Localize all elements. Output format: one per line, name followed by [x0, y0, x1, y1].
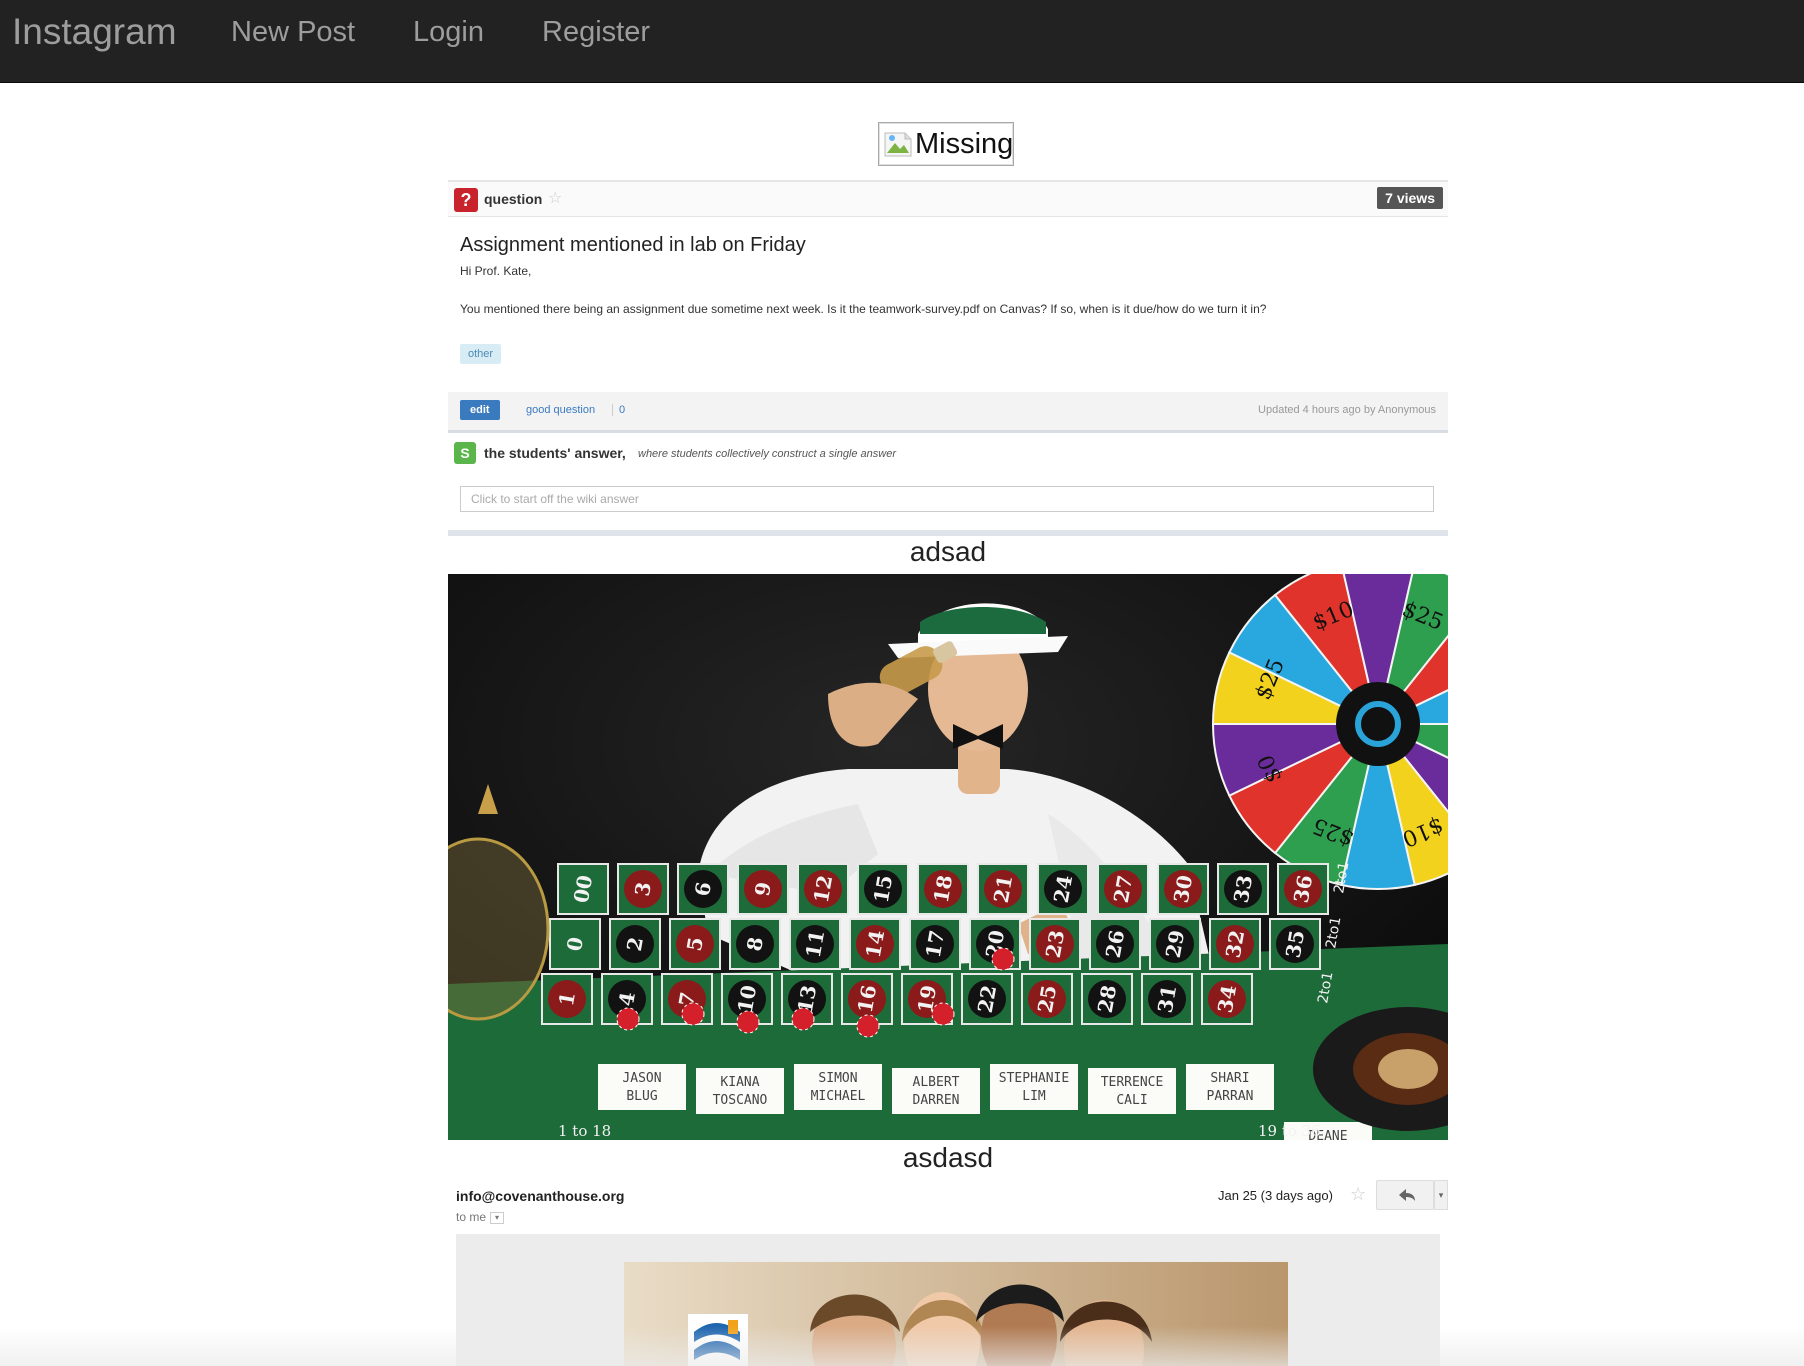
good-question-count: 0 — [612, 404, 625, 416]
chip — [991, 947, 1015, 971]
good-question-link: good question — [526, 404, 596, 416]
question-title: Assignment mentioned in lab on Friday — [460, 234, 806, 256]
nav-new-post[interactable]: New Post — [231, 16, 355, 48]
number-label: 25 — [1033, 983, 1061, 1015]
chip — [931, 1002, 955, 1026]
name-card-text: PARRAN — [1207, 1089, 1254, 1104]
brand-link[interactable]: Instagram — [12, 12, 177, 52]
dropdown-icon: ▾ — [490, 1211, 505, 1224]
name-card-text: LIM — [1022, 1089, 1046, 1104]
name-card-text: SIMON — [818, 1071, 857, 1086]
missing-image: Missing — [878, 122, 1014, 166]
name-card-text: JASON — [622, 1071, 661, 1086]
name-card-text: CALI — [1116, 1093, 1147, 1108]
email-banner-image — [624, 1262, 1288, 1366]
chip — [681, 1002, 705, 1026]
email-date: Jan 25 (3 days ago) — [1218, 1188, 1333, 1203]
name-card-text: KIANA — [720, 1075, 759, 1090]
number-label: 23 — [1041, 928, 1069, 960]
number-label: 28 — [1093, 983, 1121, 1015]
more-options-icon: ▾ — [1434, 1180, 1448, 1210]
name-card-text: BLUG — [626, 1089, 657, 1104]
email-from: info@covenanthouse.org — [456, 1188, 625, 1204]
bottom-bet-label: 19 to 36 — [1258, 1122, 1321, 1140]
casino-photo: $25$10$15$10$25$0$25$10 — [448, 574, 1448, 1140]
students-icon: S — [454, 442, 476, 464]
question-icon: ? — [454, 188, 478, 212]
number-label: 30 — [1169, 873, 1197, 905]
email-to-label: to me — [456, 1210, 487, 1224]
reply-button — [1376, 1180, 1434, 1210]
question-header: ? question ☆ 7 views — [448, 182, 1448, 217]
edit-button: edit — [460, 400, 500, 420]
question-body: You mentioned there being an assignment … — [460, 302, 1267, 316]
bottom-bet-label: 1 to 18 — [558, 1122, 611, 1140]
name-card-text: STEPHANIE — [999, 1071, 1069, 1086]
reply-icon — [1399, 1189, 1415, 1201]
number-label: 29 — [1161, 928, 1189, 960]
updated-text: Updated 4 hours ago by Anonymous — [1258, 404, 1436, 416]
post-image-email[interactable]: info@covenanthouse.org to me ▾ Jan 25 (3 … — [448, 1178, 1448, 1366]
number-label: 16 — [853, 983, 881, 1015]
navbar: Instagram New Post Login Register — [0, 0, 1804, 83]
email-to: to me ▾ — [456, 1210, 505, 1224]
number-label: 34 — [1213, 983, 1241, 1015]
post-image-casino[interactable]: $25$10$15$10$25$0$25$10 — [448, 574, 1448, 1140]
number-label: 21 — [989, 873, 1017, 905]
number-label: 12 — [809, 873, 837, 905]
number-label: 15 — [869, 873, 897, 905]
question-greeting: Hi Prof. Kate, — [460, 264, 532, 278]
star-icon: ☆ — [548, 190, 563, 207]
number-label: 24 — [1049, 873, 1077, 905]
number-label: 26 — [1101, 928, 1129, 960]
name-card-text: DARREN — [913, 1093, 960, 1108]
number-label: 22 — [973, 983, 1001, 1015]
number-label: 35 — [1281, 928, 1309, 960]
post-feed: Missing ? question ☆ 7 views Assignment … — [0, 82, 1804, 1366]
number-label: 32 — [1221, 928, 1249, 960]
post-image-piazza[interactable]: ? question ☆ 7 views Assignment mentione… — [448, 180, 1448, 536]
tag-other: other — [460, 344, 502, 364]
number-label: 11 — [801, 928, 829, 960]
question-actions: edit good question 0 Updated 4 hours ago… — [448, 392, 1448, 433]
number-label: 18 — [929, 873, 957, 905]
students-answer-label: the students' answer, — [484, 445, 626, 461]
name-card-text: ALBERT — [913, 1075, 960, 1090]
number-label: 33 — [1229, 873, 1257, 905]
chip — [616, 1007, 640, 1031]
covenant-house-logo — [688, 1314, 748, 1366]
nav-login[interactable]: Login — [413, 16, 484, 48]
broken-image-icon — [883, 129, 913, 159]
number-label: 36 — [1289, 873, 1317, 905]
number-label: 10 — [733, 983, 761, 1015]
chip — [736, 1010, 760, 1034]
email-body — [456, 1234, 1440, 1366]
name-card-text: MICHAEL — [811, 1089, 866, 1104]
students-answer-sub: where students collectively construct a … — [638, 448, 897, 460]
post-caption: asdasd — [902, 1142, 994, 1173]
post-caption: adsad — [909, 536, 987, 567]
star-icon: ☆ — [1350, 1184, 1367, 1204]
name-card-text: TOSCANO — [713, 1093, 768, 1108]
wiki-answer-box: Click to start off the wiki answer — [460, 486, 1434, 512]
number-label: 14 — [861, 928, 889, 960]
name-card-text: TERRENCE — [1101, 1075, 1164, 1090]
number-label: 27 — [1109, 873, 1137, 905]
wheel-hub — [1336, 682, 1420, 766]
nav-register[interactable]: Register — [542, 16, 650, 48]
name-card-text: SHARI — [1210, 1071, 1249, 1086]
number-label: 17 — [921, 928, 949, 960]
number-label: 31 — [1153, 983, 1181, 1015]
number-label: 00 — [569, 873, 597, 905]
chip — [791, 1007, 815, 1031]
missing-image-alt: Missing — [915, 127, 1014, 160]
question-label: question — [484, 191, 543, 207]
views-badge: 7 views — [1377, 187, 1443, 209]
chip — [856, 1014, 880, 1038]
